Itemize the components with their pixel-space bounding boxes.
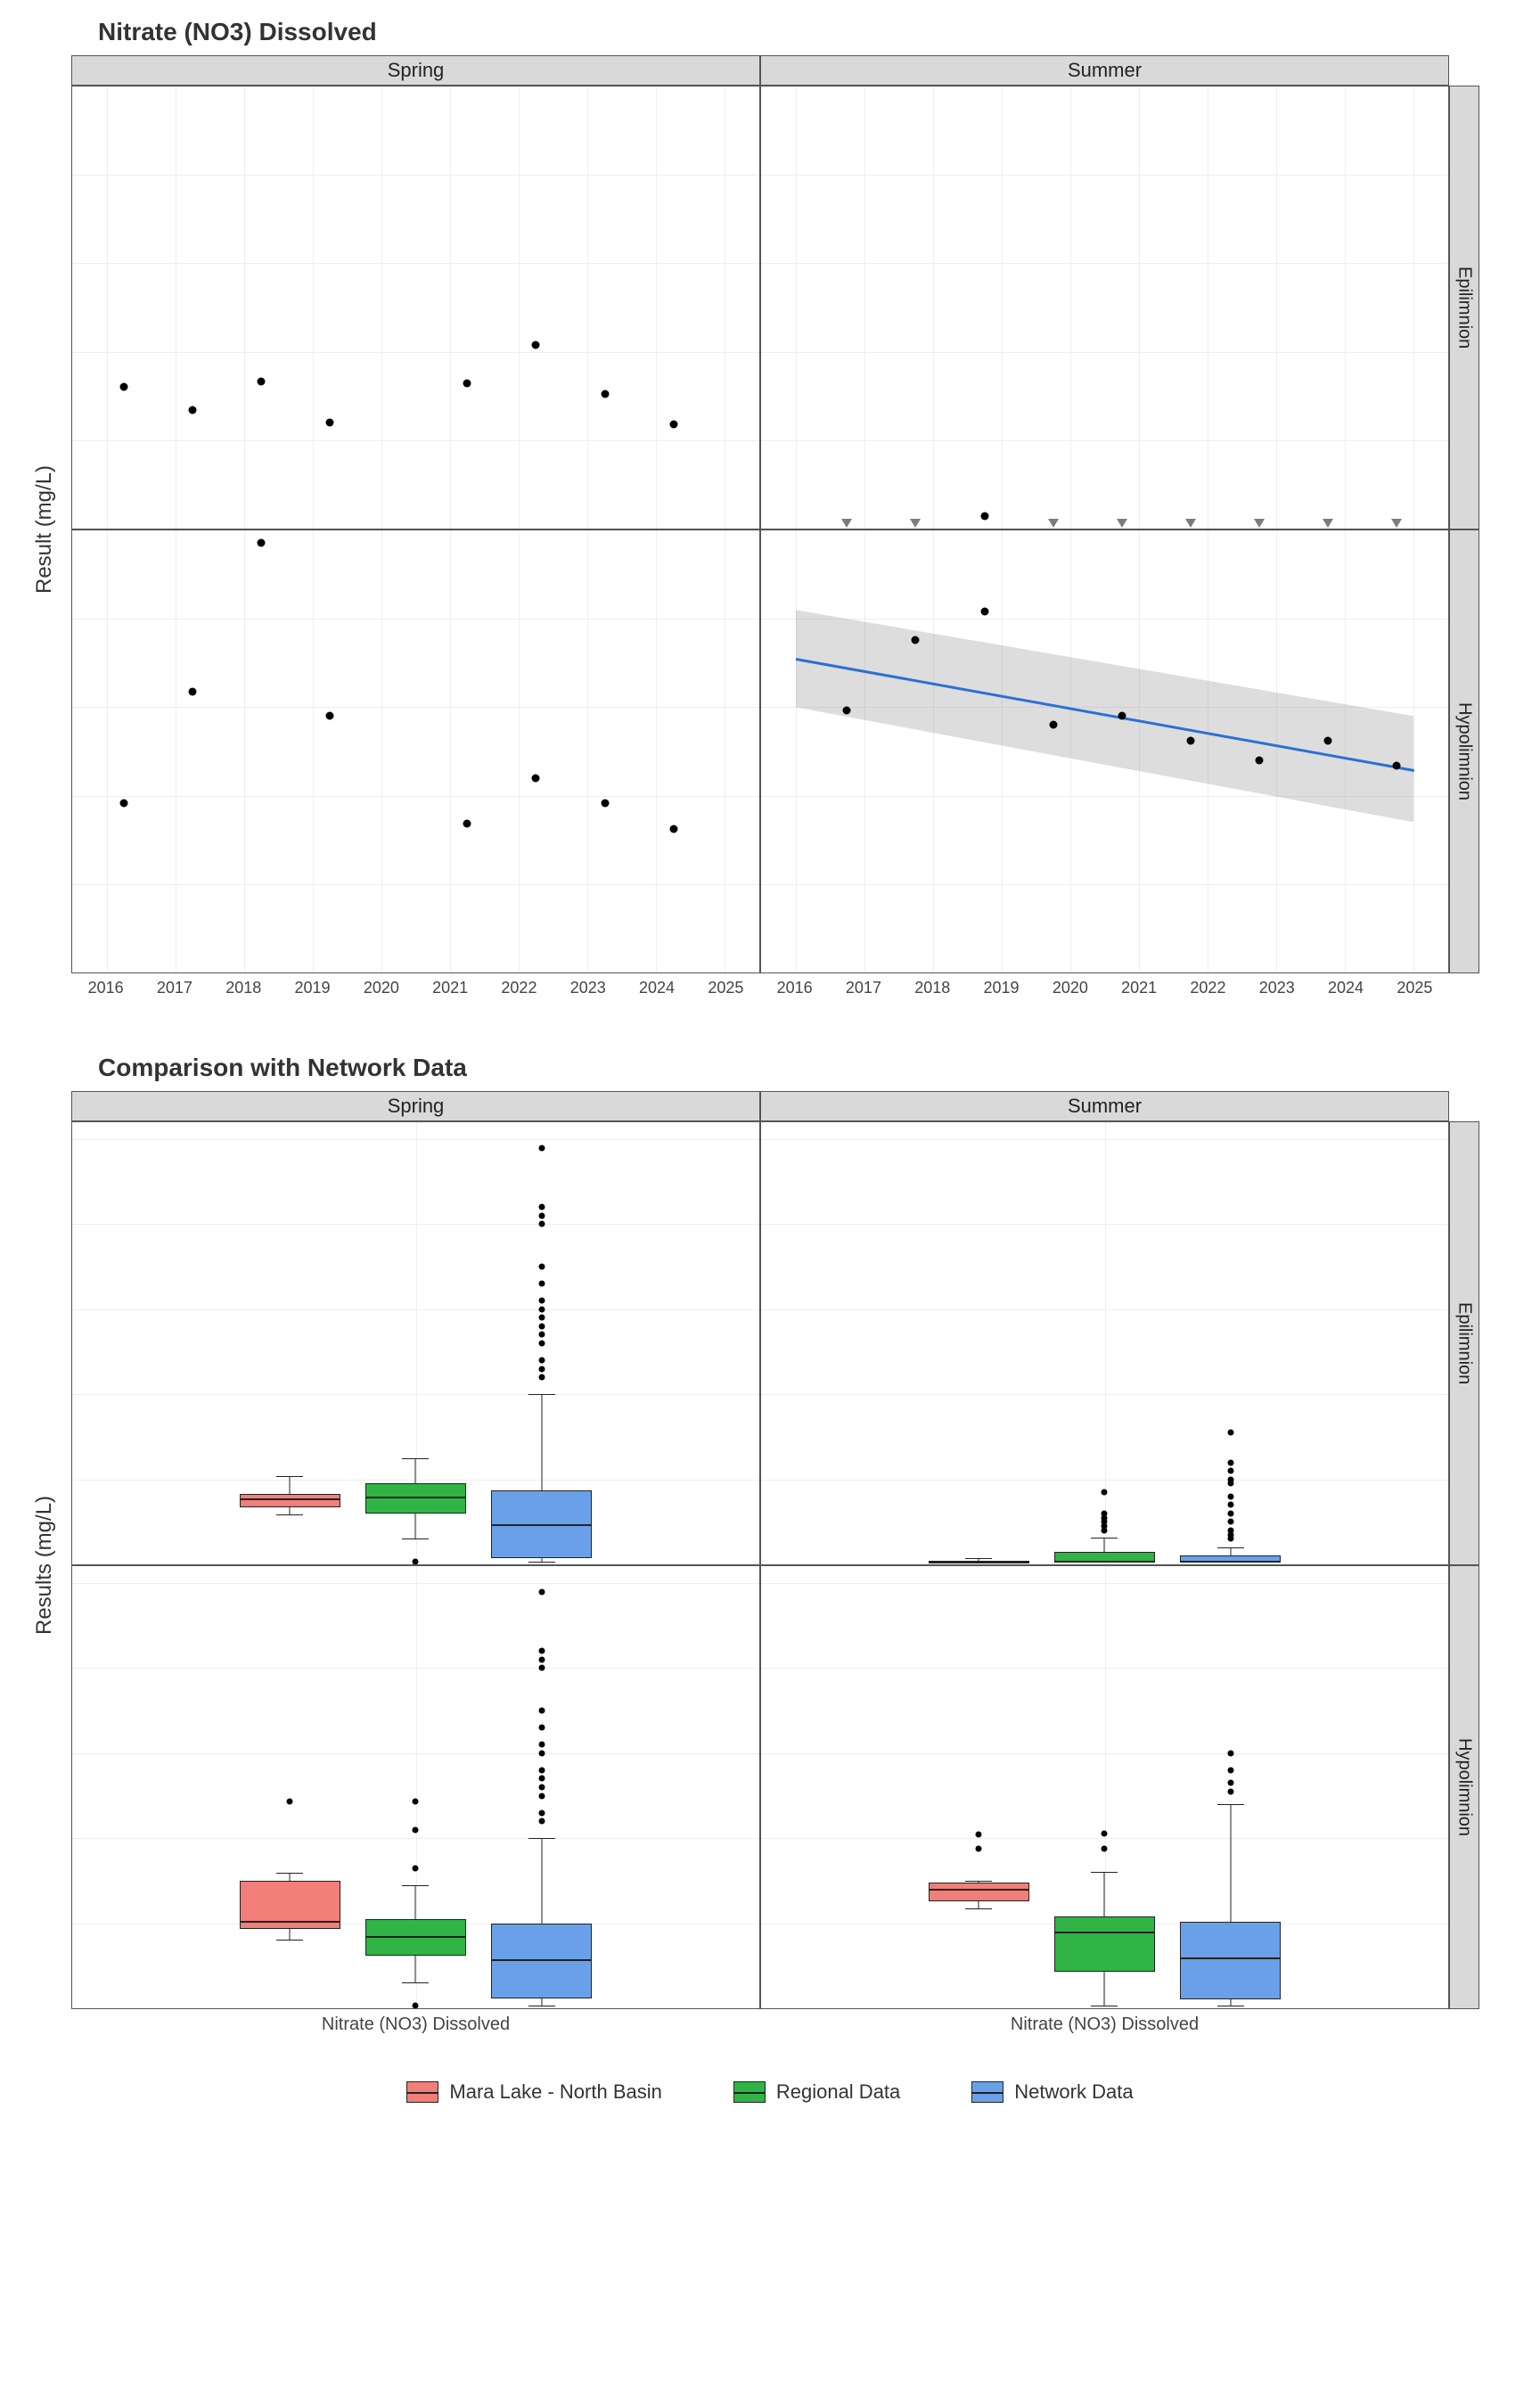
col-strip-spring: Spring [71, 55, 760, 86]
legend-swatch-green [733, 2081, 766, 2103]
bp-spring-epi: 0.00.10.20.30.40.5 [71, 1121, 760, 1565]
bp-summer-hypo [760, 1565, 1449, 2009]
legend-item-regional: Regional Data [733, 2080, 900, 2104]
row-strip-hypo-2: Hypolimnion [1449, 1565, 1479, 2009]
legend-label-mara: Mara Lake - North Basin [449, 2080, 661, 2104]
legend-item-network: Network Data [971, 2080, 1133, 2104]
bp-spring-hypo: 0.00.10.20.30.40.5 [71, 1565, 760, 2009]
scatter-chart: Nitrate (NO3) Dissolved Result (mg/L) Sp… [18, 18, 1522, 1018]
row-strip-hypo: Hypolimnion [1449, 529, 1479, 973]
bp-summer-epi [760, 1121, 1449, 1565]
legend-swatch-red [406, 2081, 438, 2103]
legend-label-regional: Regional Data [776, 2080, 900, 2104]
row-strip-epi: Epilimnion [1449, 86, 1479, 529]
col-strip-summer-2: Summer [760, 1091, 1449, 1121]
legend-label-network: Network Data [1014, 2080, 1133, 2104]
y-axis-label-2: Results (mg/L) [18, 1121, 71, 2009]
legend: Mara Lake - North Basin Regional Data Ne… [18, 2080, 1522, 2104]
y-axis-label-1: Result (mg/L) [18, 86, 71, 973]
chart-2-title: Comparison with Network Data [98, 1054, 1522, 1082]
legend-swatch-blue [971, 2081, 1003, 2103]
boxplot-chart: Comparison with Network Data Results (mg… [18, 1054, 1522, 2104]
panel-summer-epi [760, 86, 1449, 529]
col-strip-spring-2: Spring [71, 1091, 760, 1121]
panel-spring-epi: 0.000.050.100.150.200.25 [71, 86, 760, 529]
row-strip-epi-2: Epilimnion [1449, 1121, 1479, 1565]
panel-summer-hypo [760, 529, 1449, 973]
chart-1-title: Nitrate (NO3) Dissolved [98, 18, 1522, 46]
col-strip-summer: Summer [760, 55, 1449, 86]
panel-spring-hypo: 0.000.050.100.150.200.25 [71, 529, 760, 973]
legend-item-mara: Mara Lake - North Basin [406, 2080, 661, 2104]
